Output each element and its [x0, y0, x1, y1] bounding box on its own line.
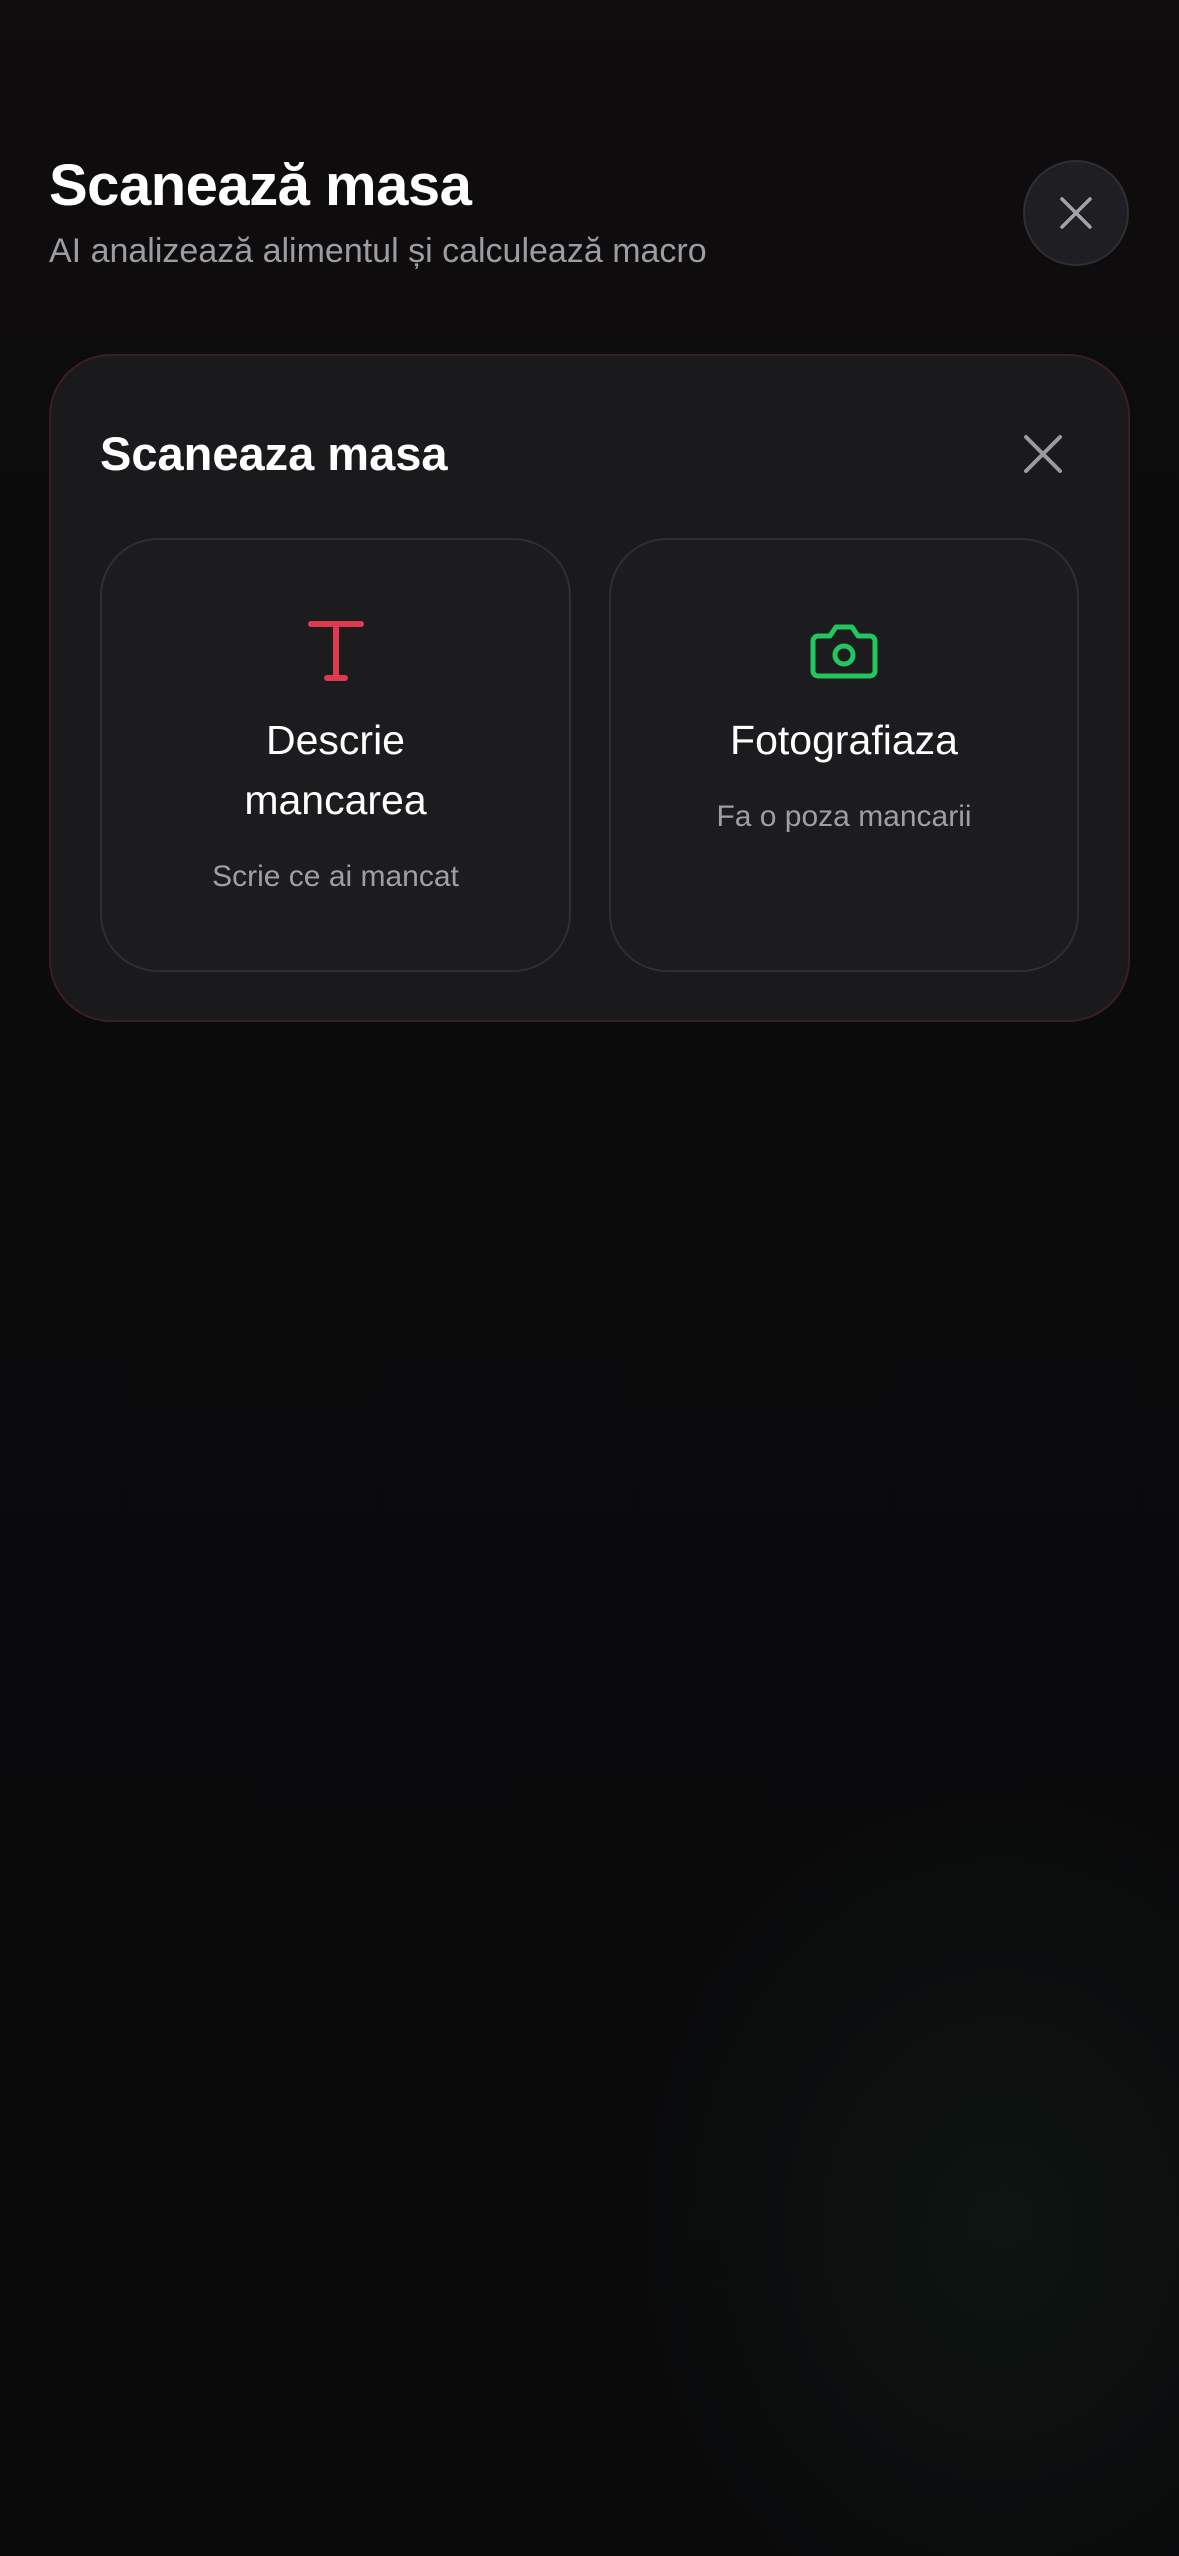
text-icon — [301, 616, 371, 686]
card-close-button[interactable] — [1011, 422, 1075, 486]
close-button[interactable] — [1023, 160, 1129, 266]
page-header: Scanează masa AI analizează alimentul și… — [49, 146, 1009, 276]
close-icon — [1024, 435, 1062, 473]
option-title: Descrie mancarea — [244, 717, 427, 823]
scan-options-card: Scaneaza masa Descrie mancarea Scrie ce … — [49, 354, 1130, 1022]
describe-food-option[interactable]: Descrie mancarea Scrie ce ai mancat — [100, 538, 571, 972]
option-subtitle: Fa o poza mancarii — [716, 800, 972, 833]
page-subtitle: AI analizează alimentul și calculează ma… — [49, 232, 707, 270]
take-photo-option[interactable]: Fotografiaza Fa o poza mancarii — [609, 538, 1079, 972]
option-subtitle: Scrie ce ai mancat — [212, 860, 459, 893]
camera-icon — [809, 616, 879, 686]
option-title: Fotografiaza — [730, 717, 958, 763]
card-title: Scaneaza masa — [100, 427, 448, 480]
close-icon — [1060, 197, 1092, 229]
page-title: Scanează masa — [49, 153, 472, 218]
